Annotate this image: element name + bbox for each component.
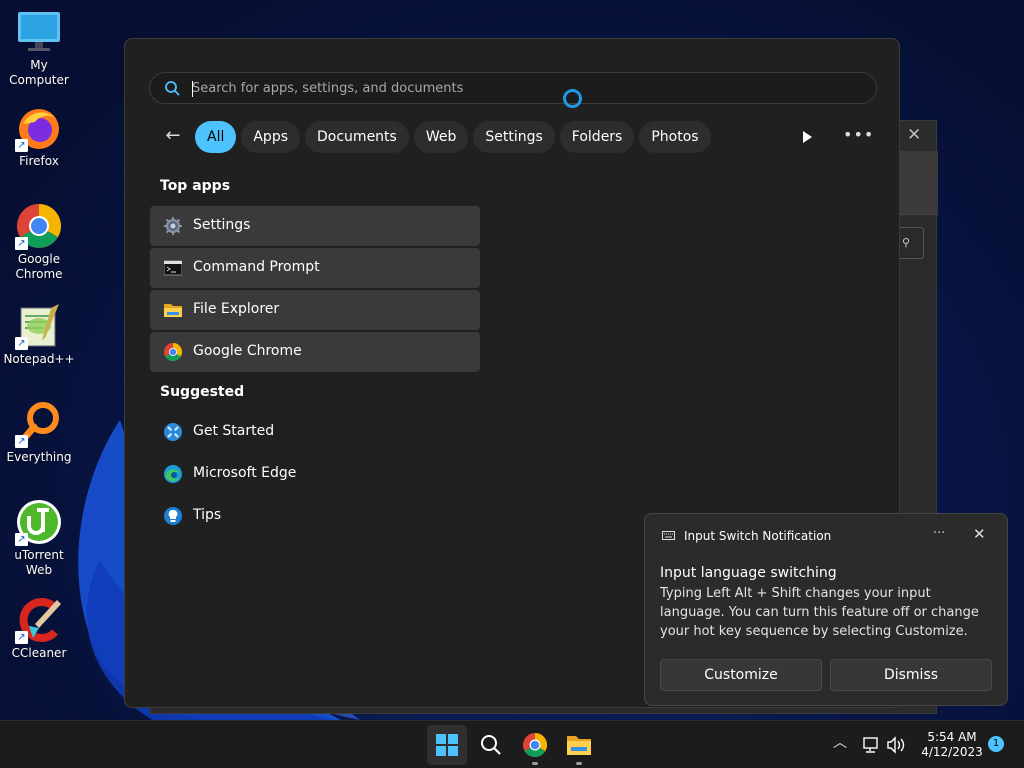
file-explorer-icon <box>567 736 591 755</box>
app-label: Command Prompt <box>193 259 320 275</box>
search-input[interactable] <box>192 73 852 103</box>
desktop-icon-google-chrome[interactable]: ↗ Google Chrome <box>0 202 78 282</box>
tab-all[interactable]: All <box>195 121 237 153</box>
window-search-button[interactable]: ⚲ <box>897 227 924 259</box>
network-icon <box>863 737 878 753</box>
notification-count-badge[interactable]: 1 <box>988 736 1004 752</box>
back-arrow-icon[interactable]: ← <box>161 124 185 148</box>
search-icon <box>481 735 501 755</box>
utorrent-icon: ↗ <box>15 498 63 546</box>
tab-web[interactable]: Web <box>413 121 469 153</box>
close-icon[interactable]: ✕ <box>973 525 986 543</box>
search-icon <box>165 81 180 96</box>
chrome-icon <box>523 733 548 758</box>
close-icon[interactable]: ✕ <box>907 125 921 145</box>
suggested-tips[interactable]: Tips <box>150 496 480 536</box>
notification-heading: Input language switching <box>660 565 837 581</box>
notification-app-title: Input Switch Notification <box>684 529 832 543</box>
desktop-icon-label: Firefox <box>19 154 59 168</box>
app-label: Microsoft Edge <box>193 465 297 481</box>
get-started-icon <box>164 423 182 441</box>
tray-network-volume-icons[interactable] <box>862 733 910 757</box>
shortcut-arrow-icon: ↗ <box>15 435 28 448</box>
settings-gear-icon <box>164 217 182 235</box>
desktop-icon-label: uTorrent Web <box>14 548 64 577</box>
tab-documents[interactable]: Documents <box>305 121 409 153</box>
suggested-heading: Suggested <box>160 384 245 400</box>
desktop-icon-label: Everything <box>6 450 72 464</box>
desktop-icon-label: My Computer <box>9 58 69 87</box>
loading-spinner-icon <box>563 89 582 108</box>
taskbar-file-explorer[interactable] <box>559 725 599 765</box>
app-label: Get Started <box>193 423 275 439</box>
file-explorer-icon <box>164 304 182 317</box>
top-app-google-chrome[interactable]: Google Chrome <box>150 332 480 372</box>
app-label: Settings <box>193 217 251 233</box>
desktop-icon-label: Notepad++ <box>3 352 75 366</box>
play-more-tabs-icon[interactable] <box>795 125 819 149</box>
clock-date: 4/12/2023 <box>921 745 983 759</box>
running-indicator <box>532 762 538 765</box>
notification-body: Typing Left Alt + Shift changes your inp… <box>660 586 979 639</box>
tab-settings[interactable]: Settings <box>473 121 555 153</box>
more-options-icon[interactable]: ··· <box>933 526 953 541</box>
desktop-icon-ccleaner[interactable]: ↗ CCleaner <box>0 596 78 661</box>
tips-icon <box>164 507 182 525</box>
chrome-icon: ↗ <box>15 202 63 250</box>
taskbar-search-button[interactable] <box>471 725 511 765</box>
running-indicator <box>576 762 582 765</box>
dismiss-button[interactable]: Dismiss <box>830 659 992 691</box>
notepad-plus-plus-icon: ↗ <box>15 302 63 350</box>
app-label: Tips <box>193 507 222 523</box>
shortcut-arrow-icon: ↗ <box>15 533 28 546</box>
windows-logo-icon <box>436 734 458 756</box>
everything-search-icon: ↗ <box>15 400 63 448</box>
suggested-get-started[interactable]: Get Started <box>150 412 480 452</box>
app-label: Google Chrome <box>193 343 302 359</box>
monitor-icon <box>15 8 63 56</box>
firefox-icon: ↗ <box>15 104 63 152</box>
desktop-icon-everything[interactable]: ↗ Everything <box>0 400 78 465</box>
tab-folders[interactable]: Folders <box>559 121 635 153</box>
taskbar-chrome[interactable] <box>515 725 555 765</box>
desktop-icon-label: CCleaner <box>11 646 67 660</box>
ccleaner-icon: ↗ <box>15 596 63 644</box>
shortcut-arrow-icon: ↗ <box>15 237 28 250</box>
customize-button[interactable]: Customize <box>660 659 822 691</box>
chrome-icon <box>164 343 182 361</box>
clock-time: 5:54 AM <box>927 730 977 744</box>
tab-apps[interactable]: Apps <box>241 121 301 153</box>
volume-icon <box>887 736 905 754</box>
suggested-microsoft-edge[interactable]: Microsoft Edge <box>150 454 480 494</box>
text-caret <box>192 81 193 97</box>
shortcut-arrow-icon: ↗ <box>15 631 28 644</box>
top-apps-heading: Top apps <box>160 178 231 194</box>
start-button[interactable] <box>427 725 467 765</box>
search-icon: ⚲ <box>902 236 911 249</box>
command-prompt-icon <box>164 260 182 276</box>
input-switch-notification: Input Switch Notification ··· ✕ Input la… <box>644 513 1008 706</box>
search-box[interactable] <box>149 72 877 104</box>
shortcut-arrow-icon: ↗ <box>15 139 28 152</box>
desktop-icon-my-computer[interactable]: My Computer <box>0 8 78 88</box>
taskbar: ︿ 5:54 AM 4/12/2023 1 <box>0 720 1024 768</box>
system-clock[interactable]: 5:54 AM 4/12/2023 <box>918 730 986 760</box>
app-label: File Explorer <box>193 301 280 317</box>
top-app-file-explorer[interactable]: File Explorer <box>150 290 480 330</box>
tab-photos[interactable]: Photos <box>639 121 711 153</box>
top-app-command-prompt[interactable]: Command Prompt <box>150 248 480 288</box>
keyboard-icon <box>662 531 675 540</box>
desktop-icon-utorrent-web[interactable]: ↗ uTorrent Web <box>0 498 78 578</box>
more-options-icon[interactable]: ••• <box>843 124 873 148</box>
shortcut-arrow-icon: ↗ <box>15 337 28 350</box>
top-app-settings[interactable]: Settings <box>150 206 480 246</box>
filter-tabs: All Apps Documents Web Settings Folders … <box>195 121 711 153</box>
desktop-icon-label: Google Chrome <box>15 252 63 281</box>
desktop-icon-firefox[interactable]: ↗ Firefox <box>0 104 78 169</box>
show-hidden-icons-chevron-icon[interactable]: ︿ <box>830 733 850 753</box>
desktop-icon-notepad-plus-plus[interactable]: ↗ Notepad++ <box>0 302 78 367</box>
edge-icon <box>164 465 182 483</box>
